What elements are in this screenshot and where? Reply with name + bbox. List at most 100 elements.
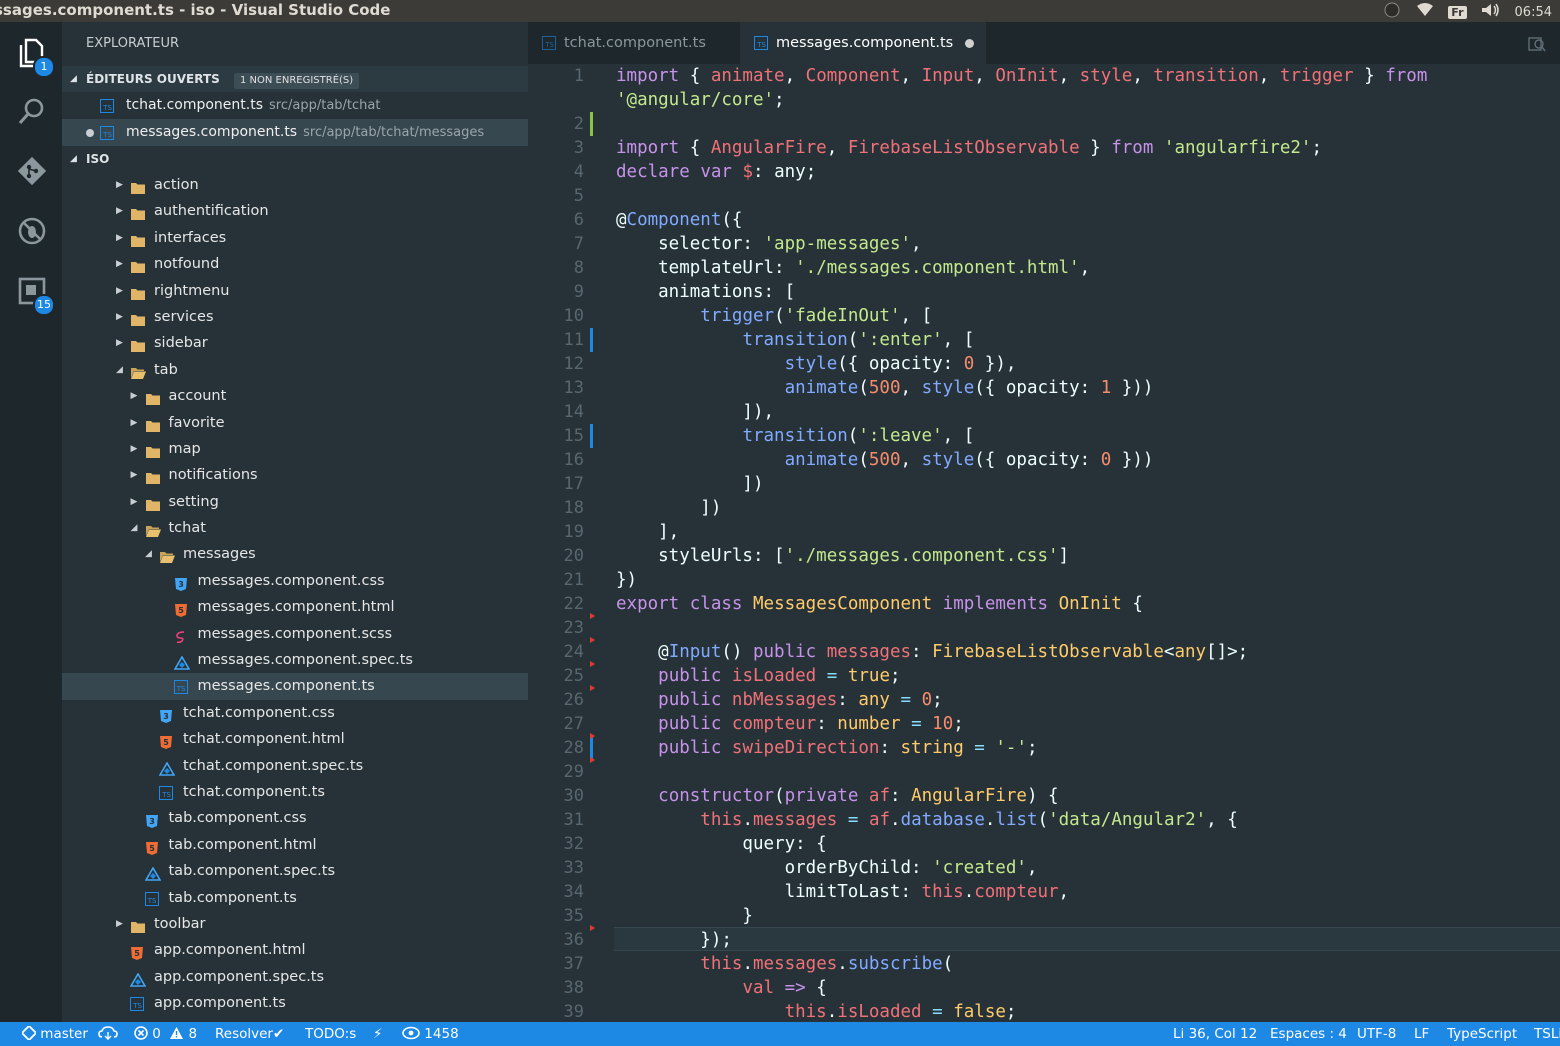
code-editor[interactable]: 1 import { animate, Component, Input, OnI… [528,64,1560,1022]
tree-file[interactable]: TS tchat.component.ts [62,779,528,805]
chevron-right-icon[interactable]: ▶ [116,251,123,277]
search-icon[interactable] [13,92,51,130]
tree-folder[interactable]: ◢ tab [62,357,528,383]
tree-folder[interactable]: ▶ account [62,383,528,409]
wifi-icon[interactable] [1416,3,1434,21]
chevron-right-icon[interactable]: ▶ [116,278,123,304]
update-icon[interactable] [1382,2,1402,22]
unsaved-dot-icon[interactable] [965,38,975,48]
chevron-right-icon[interactable]: ▶ [131,410,138,436]
tree-folder[interactable]: ▶ authentification [62,198,528,224]
code-line[interactable]: this.messages.subscribe( [616,952,953,976]
source-control-icon[interactable] [13,152,51,190]
code-line[interactable]: public isLoaded = true; [616,664,900,688]
code-line[interactable]: export class MessagesComponent implement… [616,592,1143,616]
code-line[interactable]: limitToLast: this.compteur, [616,880,1070,904]
open-editor-item[interactable]: TS tchat.component.ts src/app/tab/tchat [62,92,528,119]
tab-tchat-component[interactable]: TS tchat.component.ts [528,22,738,64]
tree-file[interactable]: app.component.spec.ts [62,964,528,990]
tree-file[interactable]: 5 tab.component.html [62,832,528,858]
code-line[interactable]: animate(500, style({ opacity: 0 })) [616,448,1154,472]
cursor-position[interactable]: Li 36, Col 12 [1173,1022,1257,1046]
eol-indicator[interactable]: LF [1414,1022,1429,1046]
explorer-icon[interactable]: 1 [13,34,55,78]
chevron-right-icon[interactable]: ▶ [116,304,123,330]
open-preview-icon[interactable] [1528,35,1546,57]
tree-folder[interactable]: ▶ rightmenu [62,278,528,304]
tslint-indicator[interactable]: TSLi [1534,1022,1560,1046]
tree-folder[interactable]: ▶ favorite [62,410,528,436]
chevron-right-icon[interactable]: ▶ [131,489,138,515]
tree-file[interactable]: 3 tab.component.css [62,805,528,831]
language-mode[interactable]: TypeScript [1447,1022,1517,1046]
tree-file[interactable]: messages.component.spec.ts [62,647,528,673]
code-line[interactable]: query: { [616,832,826,856]
code-line[interactable]: public nbMessages: any = 0; [616,688,943,712]
tab-messages-component[interactable]: TS messages.component.ts [740,22,986,64]
code-line[interactable]: selector: 'app-messages', [616,232,921,256]
debug-icon[interactable] [13,212,51,250]
code-line[interactable]: }); [616,928,732,952]
branch-indicator[interactable]: master [20,1022,88,1046]
code-line[interactable]: animations: [ [616,280,795,304]
tree-file[interactable]: TS tab.component.ts [62,885,528,911]
code-line[interactable]: public swipeDirection: string = '-'; [616,736,1037,760]
volume-icon[interactable] [1481,3,1501,21]
extensions-icon[interactable]: 15 [13,272,55,316]
tree-file[interactable]: 5 app.component.html [62,937,528,963]
lightning-icon[interactable]: ⚡ [373,1022,382,1046]
code-line[interactable]: style({ opacity: 0 }), [616,352,1017,376]
code-line[interactable]: templateUrl: './messages.component.html'… [616,256,1090,280]
code-line[interactable]: import { animate, Component, Input, OnIn… [616,64,1427,88]
code-line[interactable]: animate(500, style({ opacity: 1 })) [616,376,1154,400]
code-line[interactable]: this.messages = af.database.list('data/A… [616,808,1237,832]
chevron-right-icon[interactable]: ▶ [131,436,138,462]
code-line[interactable]: val => { [616,976,826,1000]
code-line[interactable]: } [616,904,753,928]
resolver-indicator[interactable]: Resolver✔ [215,1022,284,1046]
tree-file[interactable]: 3 tchat.component.css [62,700,528,726]
tree-file[interactable]: TS messages.component.ts [62,673,528,700]
chevron-right-icon[interactable]: ▶ [116,198,123,224]
code-line[interactable]: constructor(private af: AngularFire) { [616,784,1058,808]
tree-folder[interactable]: ▶ services [62,304,528,330]
tree-file[interactable]: 5 tchat.component.html [62,726,528,752]
code-line[interactable]: this.isLoaded = false; [616,1000,1017,1022]
chevron-down-icon[interactable]: ◢ [116,357,123,383]
tree-folder[interactable]: ▶ notfound [62,251,528,277]
chevron-right-icon[interactable]: ▶ [116,225,123,251]
chevron-down-icon[interactable]: ◢ [145,541,152,567]
code-line[interactable]: transition(':enter', [ [616,328,974,352]
tree-file[interactable]: 5 messages.component.html [62,594,528,620]
code-line[interactable]: ]) [616,496,721,520]
code-line[interactable]: orderByChild: 'created', [616,856,1038,880]
code-line[interactable]: @Input() public messages: FirebaseListOb… [616,640,1248,664]
chevron-down-icon[interactable]: ◢ [131,515,138,541]
code-line[interactable]: @Component({ [616,208,742,232]
tree-file[interactable]: TS app.component.ts [62,990,528,1016]
code-line[interactable]: ]), [616,400,774,424]
problems-indicator[interactable]: 0 8 [134,1022,197,1046]
open-editors-header[interactable]: ◢ ÉDITEURS OUVERTS 1 NON ENREGISTRÉ(S) [62,66,528,92]
tree-folder[interactable]: ◢ messages [62,541,528,567]
chevron-right-icon[interactable]: ▶ [116,172,123,198]
sync-icon[interactable] [98,1022,118,1046]
tree-file[interactable]: tab.component.spec.ts [62,858,528,884]
tree-file[interactable]: 3 messages.component.css [62,568,528,594]
tree-folder[interactable]: ▶ toolbar [62,911,528,937]
tree-file[interactable]: tchat.component.spec.ts [62,753,528,779]
views-indicator[interactable]: 1458 [402,1022,459,1046]
tree-folder[interactable]: ◢ tchat [62,515,528,541]
code-line[interactable]: }) [616,568,637,592]
code-line[interactable]: import { AngularFire, FirebaseListObserv… [616,136,1322,160]
project-header[interactable]: ◢ ISO [62,146,528,172]
clock[interactable]: 06:54 [1515,5,1552,20]
chevron-right-icon[interactable]: ▶ [116,330,123,356]
code-line[interactable]: styleUrls: ['./messages.component.css'] [616,544,1069,568]
code-line[interactable]: declare var $: any; [616,160,816,184]
code-line[interactable]: public compteur: number = 10; [616,712,964,736]
todo-indicator[interactable]: TODO:s [305,1022,356,1046]
chevron-right-icon[interactable]: ▶ [131,462,138,488]
code-line[interactable]: ]) [616,472,763,496]
tree-folder[interactable]: ▶ sidebar [62,330,528,356]
